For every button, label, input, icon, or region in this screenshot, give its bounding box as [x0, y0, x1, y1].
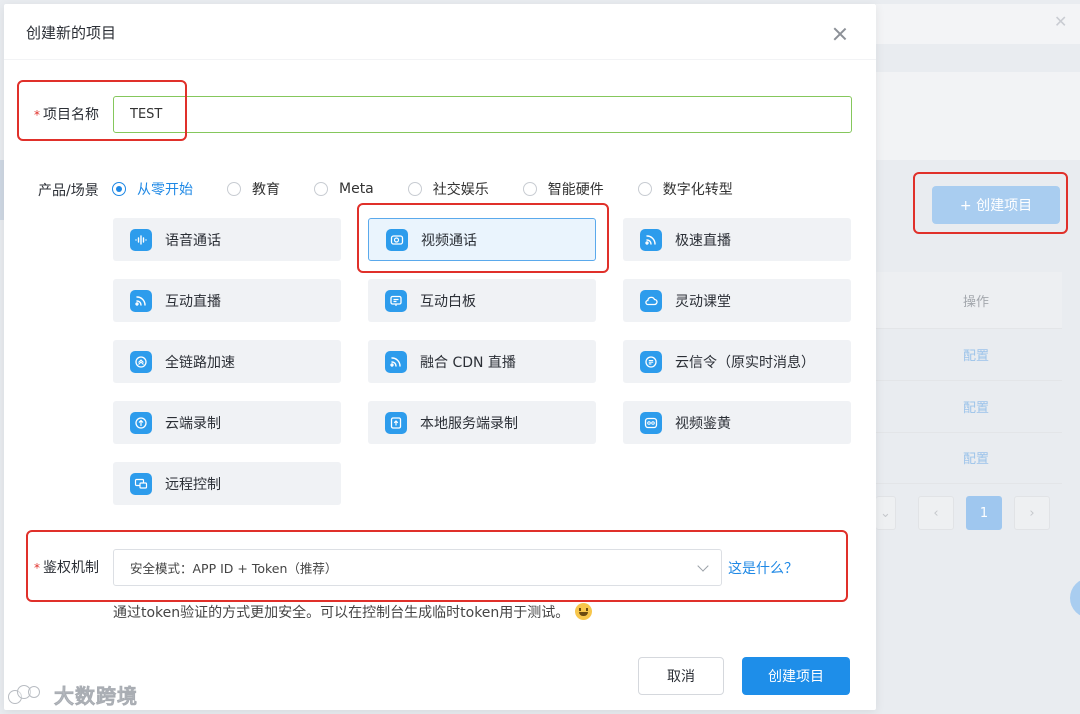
- create-project-dialog: 创建新的项目 *项目名称 产品/场景 从零开始 教育 Meta 社交娱乐 智能硬…: [4, 4, 876, 710]
- create-project-button[interactable]: 创建项目: [742, 657, 850, 695]
- required-mark: *: [34, 561, 40, 575]
- radio-label: 从零开始: [137, 182, 193, 198]
- auth-description: 通过token验证的方式更加安全。可以在控制台生成临时token用于测试。: [113, 602, 593, 622]
- product-card[interactable]: 极速直播: [623, 218, 851, 261]
- product-card[interactable]: 视频通话: [368, 218, 596, 261]
- product-card-label: 极速直播: [675, 232, 731, 249]
- radio-dot: [227, 182, 241, 196]
- product-card[interactable]: 云信令（原实时消息）: [623, 340, 851, 383]
- background-help-bubble: [1070, 578, 1080, 618]
- content-moderation-icon: [640, 411, 662, 434]
- project-name-input[interactable]: [113, 96, 852, 133]
- product-card[interactable]: 云端录制: [113, 401, 341, 444]
- product-card[interactable]: 互动白板: [368, 279, 596, 322]
- auth-description-text: 通过token验证的方式更加安全。可以在控制台生成临时token用于测试。: [113, 605, 570, 621]
- background-close-icon: ✕: [1054, 12, 1068, 31]
- auth-mode-value: 安全模式：APP ID + Token（推荐）: [130, 561, 338, 576]
- scene-radio-education[interactable]: 教育: [227, 179, 280, 199]
- radio-label: 数字化转型: [662, 182, 733, 198]
- radio-label: 智能硬件: [547, 182, 604, 198]
- background-prev-page-icon: ‹: [918, 496, 954, 530]
- scene-radio-group: 从零开始 教育 Meta 社交娱乐 智能硬件 数字化转型: [112, 179, 767, 199]
- product-card-label: 视频通话: [421, 232, 477, 249]
- broadcast-icon: [640, 228, 662, 251]
- radio-dot: [407, 182, 422, 196]
- product-card[interactable]: 互动直播: [113, 279, 341, 322]
- acceleration-icon: [130, 350, 152, 373]
- product-card[interactable]: 本地服务端录制: [368, 401, 596, 444]
- video-camera-icon: [386, 228, 408, 251]
- product-card-label: 视频鉴黄: [675, 415, 731, 432]
- radio-dot: [112, 182, 126, 196]
- product-card[interactable]: 语音通话: [113, 218, 341, 261]
- background-top-bar: [876, 4, 1080, 44]
- local-recording-icon: [385, 411, 407, 434]
- radio-label: 教育: [252, 182, 280, 198]
- whiteboard-icon: [385, 289, 407, 312]
- product-card-label: 云端录制: [165, 415, 221, 432]
- background-row-divider: [876, 432, 1062, 433]
- scene-radio-from-scratch[interactable]: 从零开始: [112, 179, 193, 199]
- scene-radio-digital-transformation[interactable]: 数字化转型: [637, 179, 733, 199]
- watermark: 大数跨境: [8, 680, 138, 709]
- product-card-label: 融合 CDN 直播: [420, 354, 516, 371]
- radio-label: 社交娱乐: [432, 182, 489, 198]
- auth-mode-select[interactable]: 安全模式：APP ID + Token（推荐）: [113, 549, 722, 586]
- classroom-cloud-icon: [640, 289, 662, 312]
- live-broadcast-icon: [130, 289, 152, 312]
- background-config-link: 配置: [963, 452, 990, 467]
- radio-dot: [522, 182, 537, 196]
- product-card-label: 全链路加速: [165, 354, 235, 371]
- product-card[interactable]: 视频鉴黄: [623, 401, 851, 444]
- product-card-label: 互动白板: [420, 293, 476, 310]
- smile-emoji-icon: [575, 603, 593, 620]
- cdn-live-icon: [385, 350, 407, 373]
- product-card-label: 本地服务端录制: [420, 415, 518, 432]
- signaling-message-icon: [640, 350, 662, 373]
- product-card[interactable]: 灵动课堂: [623, 279, 851, 322]
- auth-label: * 鉴权机制: [34, 557, 99, 577]
- background-page-1: 1: [966, 496, 1002, 530]
- scene-radio-social-entertainment[interactable]: 社交娱乐: [407, 179, 489, 199]
- voice-wave-icon: [130, 228, 152, 251]
- cloud-recording-icon: [130, 411, 152, 434]
- scene-radio-meta[interactable]: Meta: [314, 181, 374, 197]
- background-row-divider: [876, 328, 1062, 329]
- chevron-down-icon: [697, 560, 709, 572]
- watermark-text: 大数跨境: [54, 684, 138, 709]
- title-divider: [4, 59, 876, 60]
- product-card-label: 远程控制: [165, 476, 221, 493]
- background-next-page-icon: ›: [1014, 496, 1050, 530]
- product-card-label: 语音通话: [165, 232, 221, 249]
- watermark-logo-icon: [8, 684, 48, 706]
- product-card[interactable]: 全链路加速: [113, 340, 341, 383]
- product-card[interactable]: 远程控制: [113, 462, 341, 505]
- background-row-divider: [876, 380, 1062, 381]
- background-create-project-button: + 创建项目: [932, 186, 1060, 224]
- required-mark: *: [34, 108, 40, 122]
- project-name-label-text: 项目名称: [43, 107, 99, 123]
- remote-control-icon: [130, 472, 152, 495]
- radio-label: Meta: [339, 181, 374, 197]
- background-row-divider: [876, 483, 1062, 484]
- background-op-header: 操作: [963, 295, 990, 310]
- radio-dot: [314, 182, 328, 196]
- auth-help-link[interactable]: 这是什么？: [728, 558, 798, 578]
- product-card-label: 云信令（原实时消息）: [675, 354, 815, 371]
- cancel-button[interactable]: 取消: [638, 657, 724, 695]
- background-config-link: 配置: [963, 349, 990, 364]
- product-card-label: 互动直播: [165, 293, 221, 310]
- background-page-size-select: ⌄: [876, 496, 896, 530]
- product-card-label: 灵动课堂: [675, 293, 731, 310]
- background-config-link: 配置: [963, 401, 990, 416]
- auth-label-text: 鉴权机制: [43, 560, 99, 576]
- dialog-title: 创建新的项目: [26, 24, 117, 42]
- scene-label: 产品/场景: [38, 183, 99, 199]
- background-header-strip: [876, 72, 1080, 160]
- project-name-label: * 项目名称: [34, 104, 99, 124]
- close-icon[interactable]: [832, 26, 848, 42]
- radio-dot: [637, 182, 652, 196]
- scene-radio-smart-hardware[interactable]: 智能硬件: [522, 179, 604, 199]
- product-card[interactable]: 融合 CDN 直播: [368, 340, 596, 383]
